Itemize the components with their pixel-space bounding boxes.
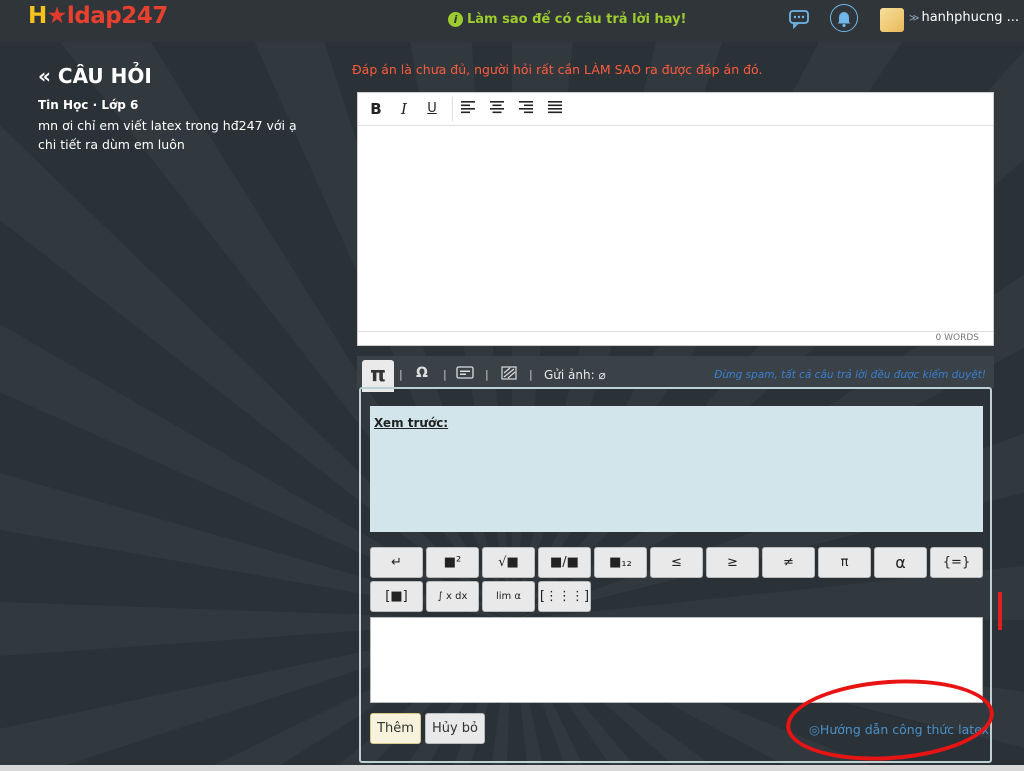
subscript-button[interactable]: ■₁₂: [594, 547, 647, 578]
question-heading[interactable]: « CÂU HỎI: [38, 64, 152, 88]
info-icon: i: [448, 12, 463, 27]
fraction-button[interactable]: ■/■: [538, 547, 591, 578]
underline-button[interactable]: U: [422, 99, 442, 119]
tab-divider: |: [443, 368, 447, 381]
formula-preview: Xem trước:: [370, 406, 983, 532]
keyboard-icon[interactable]: [456, 366, 474, 380]
align-left-icon[interactable]: [458, 99, 478, 119]
answer-warning: Đáp án là chưa đủ, người hỏi rất cần LÀM…: [352, 62, 763, 77]
math-tabbar: π | Ω | | | Gửi ảnh: ⌀ Đừng spam, tất cả…: [357, 356, 994, 392]
align-justify-icon[interactable]: [545, 99, 565, 119]
draw-icon[interactable]: [500, 366, 518, 380]
omega-icon[interactable]: Ω: [413, 366, 431, 380]
toolbar-divider: [452, 97, 453, 121]
tab-divider: |: [485, 368, 489, 381]
tab-divider: |: [399, 368, 403, 381]
site-logo[interactable]: H★ldap247: [28, 3, 168, 29]
cancel-button[interactable]: Hủy bỏ: [425, 713, 485, 744]
paperclip-icon: ⌀: [598, 368, 606, 382]
answer-tip-link[interactable]: i Làm sao để có câu trả lời hay!: [448, 12, 687, 27]
bracket-system-button[interactable]: [■]: [370, 581, 423, 612]
send-image-button[interactable]: Gửi ảnh: ⌀: [544, 368, 606, 382]
answer-editor[interactable]: B I U 0 WORDS: [357, 92, 994, 346]
italic-button[interactable]: I: [394, 99, 414, 119]
question-meta: Tin Học · Lớp 6: [38, 98, 139, 112]
geq-button[interactable]: ≥: [706, 547, 759, 578]
question-text: mn ơi chỉ em viết latex trong hđ247 với …: [38, 118, 297, 152]
spam-notice: Đừng spam, tất cả câu trả lời đều được k…: [714, 369, 986, 381]
pi-button[interactable]: π: [818, 547, 871, 578]
leq-button[interactable]: ≤: [650, 547, 703, 578]
system-button[interactable]: {=}: [930, 547, 983, 578]
newline-button[interactable]: ↵: [370, 547, 423, 578]
neq-button[interactable]: ≠: [762, 547, 815, 578]
power-button[interactable]: ■²: [426, 547, 479, 578]
user-menu[interactable]: ≫ hanhphucng ...: [909, 10, 1019, 25]
word-count: 0 WORDS: [358, 331, 993, 345]
chevron-down-icon: ≫: [909, 13, 920, 24]
align-center-icon[interactable]: [487, 99, 507, 119]
align-right-icon[interactable]: [516, 99, 536, 119]
bell-icon[interactable]: [830, 4, 858, 32]
avatar[interactable]: [880, 8, 904, 32]
bottom-strip: [0, 765, 1024, 771]
scroll-marker: [998, 592, 1002, 630]
integral-button[interactable]: ∫ x dx: [426, 581, 479, 612]
matrix-button[interactable]: [⋮⋮⋮]: [538, 581, 591, 612]
top-bar: H★ldap247 i Làm sao để có câu trả lời hay…: [0, 0, 1024, 42]
limit-button[interactable]: lim α: [482, 581, 535, 612]
preview-label: Xem trước:: [374, 416, 449, 430]
bold-button[interactable]: B: [366, 99, 386, 119]
tab-divider: |: [529, 368, 533, 381]
sqrt-button[interactable]: √■: [482, 547, 535, 578]
alpha-button[interactable]: α: [874, 547, 927, 578]
chat-icon[interactable]: [788, 8, 810, 30]
add-button[interactable]: Thêm: [370, 713, 421, 744]
editor-toolbar: B I U: [358, 93, 993, 126]
